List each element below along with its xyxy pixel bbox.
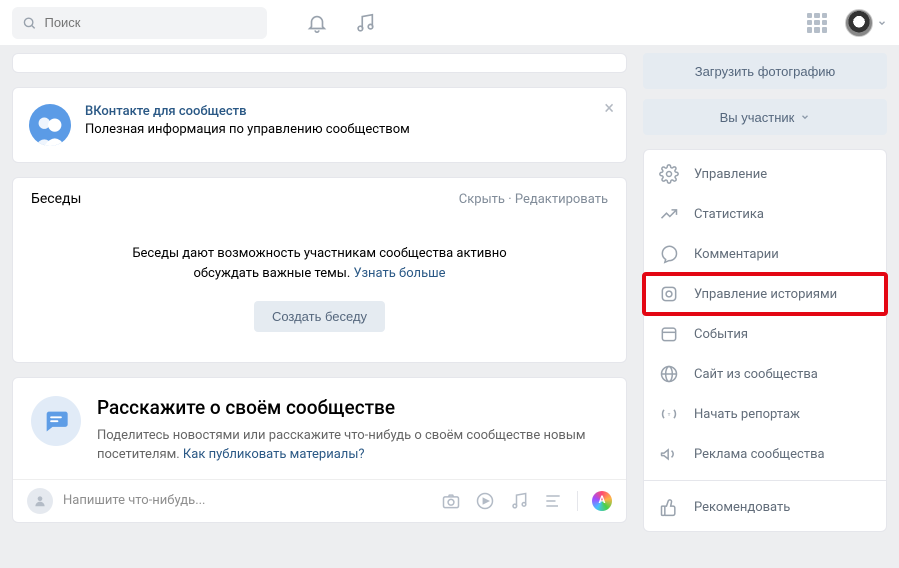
about-card: Расскажите о своём сообществе Поделитесь…	[12, 377, 627, 523]
menu-label: Управление	[694, 167, 767, 182]
menu-divider	[644, 480, 886, 481]
menu-item-stories[interactable]: Управление историями	[644, 274, 886, 314]
chevron-down-icon	[877, 18, 887, 28]
about-desc: Поделитесь новостями или расскажите что-…	[97, 427, 608, 465]
user-icon	[33, 494, 47, 508]
menu-label: Начать репортаж	[694, 407, 800, 422]
close-icon[interactable]: ×	[604, 98, 614, 119]
menu-label: Реклама сообщества	[694, 447, 825, 462]
apps-button[interactable]	[797, 3, 837, 43]
header	[0, 0, 899, 45]
chats-hide-link[interactable]: Скрыть	[459, 192, 505, 207]
composer: Напишите что-нибудь... A	[13, 479, 626, 522]
promo-title[interactable]: ВКонтакте для сообществ	[85, 104, 410, 119]
thumbs-up-icon	[659, 497, 679, 517]
comment-icon	[659, 244, 679, 264]
chats-edit-link[interactable]: Редактировать	[515, 192, 608, 207]
megaphone-icon	[659, 444, 679, 464]
menu-item-website[interactable]: Сайт из сообщества	[644, 354, 886, 394]
promo-desc: Полезная информация по управлению сообще…	[85, 122, 410, 137]
menu-label: Сайт из сообщества	[694, 367, 818, 382]
menu-item-stats[interactable]: Статистика	[644, 194, 886, 234]
menu-label: Статистика	[694, 207, 764, 222]
chevron-down-icon	[800, 112, 810, 122]
divider	[577, 491, 578, 511]
promo-avatar	[29, 104, 71, 146]
promo-info-card: ВКонтакте для сообществ Полезная информа…	[12, 87, 627, 163]
chats-card: Беседы Скрыть · Редактировать Беседы даю…	[12, 177, 627, 363]
menu-label: Управление историями	[694, 287, 837, 302]
ai-badge[interactable]: A	[592, 491, 612, 511]
about-title: Расскажите о своём сообществе	[97, 396, 608, 419]
apps-icon	[807, 13, 827, 33]
menu-label: События	[694, 327, 748, 342]
chart-icon	[659, 204, 679, 224]
menu-item-ads[interactable]: Реклама сообщества	[644, 434, 886, 474]
chats-learn-more-link[interactable]: Узнать больше	[354, 266, 446, 281]
poll-icon[interactable]	[543, 491, 563, 511]
about-how-to-link[interactable]: Как публиковать материалы?	[183, 447, 365, 462]
menu-item-recommend[interactable]: Рекомендовать	[644, 487, 886, 527]
menu-item-live[interactable]: т Начать репортаж	[644, 394, 886, 434]
speech-bubble-icon	[42, 407, 70, 435]
calendar-icon	[659, 324, 679, 344]
search-icon	[22, 15, 36, 31]
account-menu[interactable]	[845, 9, 887, 37]
create-chat-button[interactable]: Создать беседу	[254, 301, 385, 332]
menu-item-events[interactable]: События	[644, 314, 886, 354]
avatar	[845, 9, 873, 37]
side-menu: Управление Статистика Комментарии Управл…	[643, 149, 887, 532]
upload-photo-button[interactable]: Загрузить фотографию	[643, 53, 887, 89]
search-container[interactable]	[12, 7, 267, 39]
previous-card-edge	[12, 53, 627, 73]
menu-label: Комментарии	[694, 247, 779, 262]
globe-icon	[659, 364, 679, 384]
member-status-button[interactable]: Вы участник	[643, 99, 887, 135]
notifications-button[interactable]	[297, 3, 337, 43]
search-input[interactable]	[44, 15, 257, 30]
broadcast-icon: т	[659, 404, 679, 424]
music-button[interactable]	[345, 3, 385, 43]
chats-desc-line1: Беседы дают возможность участникам сообщ…	[53, 244, 586, 264]
svg-text:т: т	[668, 412, 671, 418]
camera-icon[interactable]	[441, 491, 461, 511]
menu-item-manage[interactable]: Управление	[644, 154, 886, 194]
composer-avatar[interactable]	[27, 488, 53, 514]
menu-label: Рекомендовать	[694, 500, 790, 515]
chats-desc-line2: обсуждать важные темы. Узнать больше	[53, 264, 586, 284]
music-note-icon[interactable]	[509, 491, 529, 511]
camera-roll-icon	[659, 284, 679, 304]
menu-item-comments[interactable]: Комментарии	[644, 234, 886, 274]
bell-icon	[306, 12, 328, 34]
music-icon	[354, 12, 376, 34]
gear-icon	[659, 164, 679, 184]
chats-title: Беседы	[31, 191, 81, 207]
play-icon[interactable]	[475, 491, 495, 511]
about-icon-wrap	[31, 396, 81, 446]
composer-input[interactable]: Напишите что-нибудь...	[63, 493, 431, 508]
